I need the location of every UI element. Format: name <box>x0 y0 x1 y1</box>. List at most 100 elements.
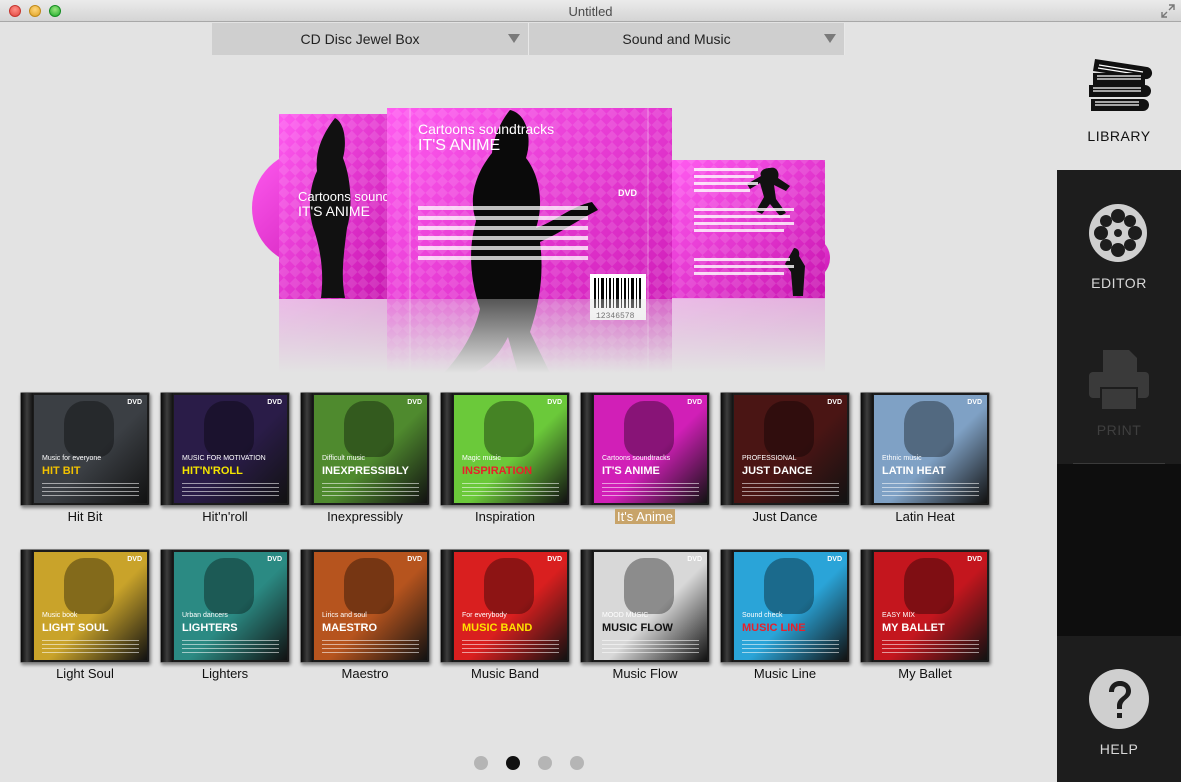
jewel-case-thumbnail[interactable]: DVD Music for everyone HIT BIT <box>20 392 150 506</box>
cover-body-text <box>742 483 839 497</box>
sidebar-item-help[interactable]: HELP <box>1057 636 1181 782</box>
cover-body-text <box>602 640 699 654</box>
template-name: Music Band <box>471 666 539 681</box>
template-item[interactable]: DVD MOOD MUSIC MUSIC FLOW Music Flow <box>580 549 710 689</box>
jewel-case-thumbnail[interactable]: DVD PROFESSIONAL JUST DANCE <box>720 392 850 506</box>
case-spine <box>301 393 313 505</box>
fullscreen-icon[interactable] <box>1161 4 1175 18</box>
cover-body-text <box>182 483 279 497</box>
template-item[interactable]: DVD Sound check MUSIC LINE Music Line <box>720 549 850 689</box>
page-dot-3[interactable] <box>538 756 552 770</box>
jewel-case-thumbnail[interactable]: DVD Ethnic music LATIN HEAT <box>860 392 990 506</box>
template-item[interactable]: DVD MUSIC FOR MOTIVATION HIT'N'ROLL Hit'n'r… <box>160 392 290 532</box>
jewel-case-thumbnail[interactable]: DVD Lirics and soul MAESTRO <box>300 549 430 663</box>
template-name: Hit'n'roll <box>202 509 248 524</box>
category-dropdown[interactable]: Sound and Music <box>529 23 845 55</box>
jewel-case-thumbnail[interactable]: DVD For everybody MUSIC BAND <box>440 549 570 663</box>
cover-dvd-label: DVD <box>407 399 422 406</box>
sidebar-item-editor[interactable]: EDITOR PRINT <box>1057 170 1181 464</box>
template-item[interactable]: DVD Urban dancers LIGHTERS Lighters <box>160 549 290 689</box>
format-dropdown-value: CD Disc Jewel Box <box>300 31 420 47</box>
printer-icon <box>1089 350 1149 411</box>
template-item[interactable]: DVD Magic music INSPIRATION Inspiration <box>440 392 570 532</box>
preview-dvd-label: DVD <box>618 188 638 198</box>
template-name: Latin Heat <box>895 509 955 524</box>
cover-title: LIGHTERS <box>182 622 238 634</box>
cover-tagline: Difficult music <box>322 455 366 462</box>
case-spine <box>581 550 593 662</box>
case-spine <box>861 393 873 505</box>
cover-tagline: Ethnic music <box>882 455 922 462</box>
jewel-case-thumbnail[interactable]: DVD Music book LIGHT SOUL <box>20 549 150 663</box>
template-item[interactable]: DVD For everybody MUSIC BAND Music Band <box>440 549 570 689</box>
jewel-case-thumbnail[interactable]: DVD MOOD MUSIC MUSIC FLOW <box>580 549 710 663</box>
cover-title: LIGHT SOUL <box>42 622 109 634</box>
film-reel-icon <box>1089 204 1147 262</box>
jewel-case-thumbnail[interactable]: DVD Cartoons soundtracks IT'S ANIME <box>580 392 710 506</box>
page-dot-4[interactable] <box>570 756 584 770</box>
cover-tagline: Urban dancers <box>182 612 228 619</box>
template-item[interactable]: DVD Difficult music INEXPRESSIBLY Inexpress… <box>300 392 430 532</box>
svg-text:IT'S ANIME: IT'S ANIME <box>298 203 370 219</box>
cover-art: DVD Lirics and soul MAESTRO <box>314 552 427 660</box>
jewel-case-thumbnail[interactable]: DVD Urban dancers LIGHTERS <box>160 549 290 663</box>
cover-tagline: Music book <box>42 612 78 619</box>
case-spine <box>21 393 33 505</box>
jewel-case-thumbnail[interactable]: DVD EASY MIX MY BALLET <box>860 549 990 663</box>
sidebar-library-label: LIBRARY <box>1087 128 1151 144</box>
format-dropdown[interactable]: CD Disc Jewel Box <box>212 23 529 55</box>
template-preview[interactable]: Cartoons sound IT'S ANIME Cartoons sound… <box>250 108 830 373</box>
template-name: It's Anime <box>615 509 675 524</box>
cover-title: MY BALLET <box>882 622 945 634</box>
cover-art: DVD Ethnic music LATIN HEAT <box>874 395 987 503</box>
jewel-case-thumbnail[interactable]: DVD Difficult music INEXPRESSIBLY <box>300 392 430 506</box>
cover-title: JUST DANCE <box>742 465 813 477</box>
cover-body-text <box>322 483 419 497</box>
sidebar-divider <box>1073 463 1165 464</box>
cover-body-text <box>42 483 139 497</box>
cover-art: DVD Magic music INSPIRATION <box>454 395 567 503</box>
page-dot-1[interactable] <box>474 756 488 770</box>
cover-body-text <box>322 640 419 654</box>
cover-dvd-label: DVD <box>827 399 842 406</box>
template-item[interactable]: DVD Ethnic music LATIN HEAT Latin Heat <box>860 392 990 532</box>
sidebar-item-library[interactable]: LIBRARY <box>1057 23 1181 170</box>
cover-dvd-label: DVD <box>687 556 702 563</box>
books-icon <box>1089 59 1153 111</box>
cover-art: DVD PROFESSIONAL JUST DANCE <box>734 395 847 503</box>
jewel-case-thumbnail[interactable]: DVD MUSIC FOR MOTIVATION HIT'N'ROLL <box>160 392 290 506</box>
template-item[interactable]: DVD Music for everyone HIT BIT Hit Bit <box>20 392 150 532</box>
case-spine <box>581 393 593 505</box>
cover-tagline: For everybody <box>462 612 507 619</box>
cover-illustration <box>204 401 254 457</box>
template-name: Inspiration <box>475 509 535 524</box>
template-item[interactable]: DVD Music book LIGHT SOUL Light Soul <box>20 549 150 689</box>
cover-dvd-label: DVD <box>267 399 282 406</box>
cover-body-text <box>42 640 139 654</box>
question-icon <box>1089 669 1149 729</box>
cover-tagline: Lirics and soul <box>322 612 367 619</box>
case-spine <box>441 550 453 662</box>
jewel-case-thumbnail[interactable]: DVD Sound check MUSIC LINE <box>720 549 850 663</box>
template-item[interactable]: DVD Lirics and soul MAESTRO Maestro <box>300 549 430 689</box>
cover-illustration <box>764 558 814 614</box>
case-spine <box>721 550 733 662</box>
cover-tagline: Sound check <box>742 612 783 619</box>
page-dot-2[interactable] <box>506 756 520 770</box>
preview-title-line1: Cartoons soundtracks <box>418 121 554 137</box>
cover-body-text <box>882 640 979 654</box>
cover-dvd-label: DVD <box>407 556 422 563</box>
sidebar-editor-label: EDITOR <box>1091 275 1147 291</box>
case-spine <box>301 550 313 662</box>
jewel-case-thumbnail[interactable]: DVD Magic music INSPIRATION <box>440 392 570 506</box>
template-name: Hit Bit <box>67 509 103 524</box>
cover-art: DVD Urban dancers LIGHTERS <box>174 552 287 660</box>
preview-title-line2: IT'S ANIME <box>418 137 500 154</box>
case-spine <box>861 550 873 662</box>
template-name: My Ballet <box>898 666 952 681</box>
template-item[interactable]: DVD PROFESSIONAL JUST DANCE Just Dance <box>720 392 850 532</box>
cover-art: DVD MUSIC FOR MOTIVATION HIT'N'ROLL <box>174 395 287 503</box>
template-item[interactable]: DVD EASY MIX MY BALLET My Ballet <box>860 549 990 689</box>
cover-tagline: MOOD MUSIC <box>602 612 649 619</box>
template-item[interactable]: DVD Cartoons soundtracks IT'S ANIME It's An… <box>580 392 710 532</box>
